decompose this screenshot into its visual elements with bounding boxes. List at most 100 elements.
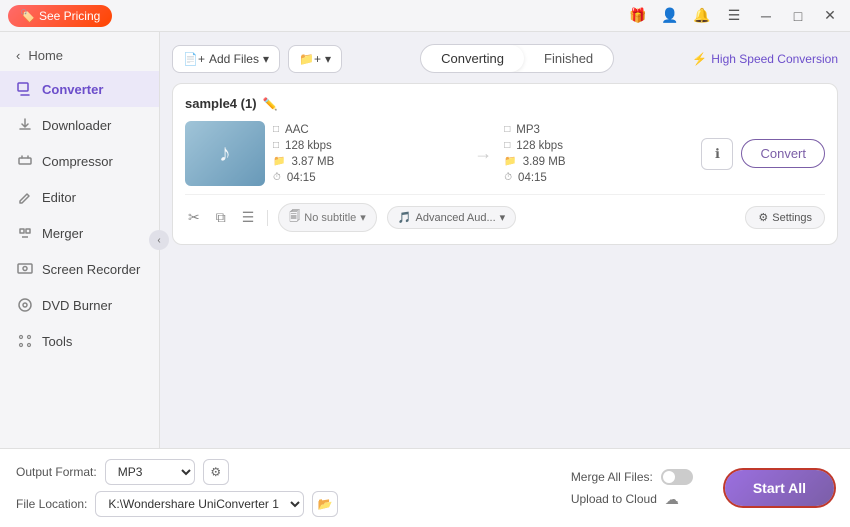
- output-format-row: Output Format: MP3 AAC WAV FLAC MP4 ⚙: [16, 459, 555, 485]
- editor-icon: [16, 188, 34, 206]
- file-title: sample4 (1): [185, 96, 257, 111]
- upload-row: Upload to Cloud ☁: [571, 491, 693, 508]
- sidebar-collapse-button[interactable]: ‹: [149, 230, 169, 250]
- file-location-select[interactable]: K:\Wondershare UniConverter 1: [95, 491, 304, 517]
- convert-button[interactable]: Convert: [741, 139, 825, 168]
- subtitle-icon: 🗐: [289, 208, 300, 227]
- screen-recorder-label: Screen Recorder: [42, 262, 140, 277]
- pricing-label: See Pricing: [39, 9, 100, 23]
- converter-icon: [16, 80, 34, 98]
- sidebar-item-downloader[interactable]: Downloader: [0, 107, 159, 143]
- sidebar-item-editor[interactable]: Editor: [0, 179, 159, 215]
- bottom-left: Output Format: MP3 AAC WAV FLAC MP4 ⚙ Fi…: [16, 459, 555, 517]
- upload-label: Upload to Cloud: [571, 492, 657, 506]
- downloader-icon: [16, 116, 34, 134]
- dvd-burner-label: DVD Burner: [42, 298, 112, 313]
- main-layout: ‹ Home Converter Downloader: [0, 32, 850, 448]
- tag-icon: 🏷️: [20, 9, 35, 23]
- sidebar-item-converter[interactable]: Converter: [0, 71, 159, 107]
- output-format-label: Output Format:: [16, 465, 97, 479]
- sidebar-item-dvd-burner[interactable]: DVD Burner: [0, 287, 159, 323]
- maximize-button[interactable]: □: [786, 4, 810, 28]
- merger-label: Merger: [42, 226, 83, 241]
- file-thumbnail: ♪: [185, 121, 265, 186]
- bitrate-icon-src: □: [273, 140, 279, 151]
- menu-icon[interactable]: ☰: [722, 4, 746, 28]
- add-file-icon: 📄+: [183, 52, 205, 66]
- target-duration: 04:15: [518, 172, 547, 184]
- sidebar-item-screen-recorder[interactable]: Screen Recorder: [0, 251, 159, 287]
- toggle-knob: [663, 471, 675, 483]
- sidebar-item-tools[interactable]: Tools: [0, 323, 159, 359]
- gift-icon[interactable]: 🎁: [626, 4, 650, 28]
- convert-tab-group: Converting Finished: [420, 44, 614, 73]
- top-bar: 📄+ Add Files ▾ 📁+ ▾ Converting Finished …: [172, 44, 838, 73]
- target-size: 3.89 MB: [523, 156, 566, 168]
- add-files-button[interactable]: 📄+ Add Files ▾: [172, 45, 280, 73]
- lightning-icon: ⚡: [692, 52, 707, 66]
- tab-converting[interactable]: Converting: [421, 45, 524, 72]
- format-settings-button[interactable]: ⚙: [203, 459, 229, 485]
- minimize-button[interactable]: ─: [754, 4, 778, 28]
- merge-row: Merge All Files:: [571, 469, 693, 485]
- music-note-icon: ♪: [219, 140, 231, 168]
- format-icon-tgt: □: [504, 124, 510, 135]
- file-body: ♪ □ AAC □ 128 kbps 📁 3.87 MB: [185, 121, 825, 186]
- source-meta: □ AAC □ 128 kbps 📁 3.87 MB ⏱ 04:15: [273, 124, 462, 184]
- high-speed-label: High Speed Conversion: [711, 52, 838, 66]
- dvd-burner-icon: [16, 296, 34, 314]
- audio-select[interactable]: 🎵 Advanced Aud... ▾: [387, 206, 516, 229]
- subtitle-select[interactable]: 🗐 No subtitle ▾: [278, 203, 377, 232]
- close-button[interactable]: ✕: [818, 4, 842, 28]
- output-format-select[interactable]: MP3 AAC WAV FLAC MP4: [105, 459, 195, 485]
- browse-folder-button[interactable]: 📂: [312, 491, 338, 517]
- info-icon: ℹ: [715, 146, 720, 162]
- chevron-left-icon: ‹: [16, 48, 20, 63]
- file-info-button[interactable]: ℹ: [701, 138, 733, 170]
- cloud-icon[interactable]: ☁: [665, 491, 679, 508]
- file-header: sample4 (1) ✏️: [185, 96, 825, 111]
- effects-icon[interactable]: ☰: [239, 206, 258, 229]
- file-card: sample4 (1) ✏️ ♪ □ AAC □ 128 kbps: [172, 83, 838, 245]
- source-duration: 04:15: [287, 172, 316, 184]
- cut-icon[interactable]: ✂: [185, 206, 203, 229]
- folder-open-icon: 📂: [318, 497, 333, 511]
- sidebar-item-home[interactable]: ‹ Home: [0, 40, 159, 71]
- target-bitrate: 128 kbps: [516, 140, 563, 152]
- content-area: 📄+ Add Files ▾ 📁+ ▾ Converting Finished …: [160, 32, 850, 448]
- folder-icon-src: 📁: [273, 156, 285, 167]
- clock-icon-src: ⏱: [273, 172, 281, 183]
- tools-label: Tools: [42, 334, 72, 349]
- format-gear-icon: ⚙: [210, 465, 221, 479]
- target-format-row: □ MP3: [504, 124, 693, 136]
- user-icon[interactable]: 👤: [658, 4, 682, 28]
- chevron-down-icon-2: ▾: [325, 52, 331, 66]
- bell-icon[interactable]: 🔔: [690, 4, 714, 28]
- compressor-label: Compressor: [42, 154, 113, 169]
- start-all-button[interactable]: Start All: [725, 470, 834, 506]
- tools-icon: [16, 332, 34, 350]
- convert-arrow-icon: →: [470, 143, 496, 164]
- tab-finished[interactable]: Finished: [524, 45, 613, 72]
- source-bitrate: 128 kbps: [285, 140, 332, 152]
- merge-toggle[interactable]: [661, 469, 693, 485]
- settings-button[interactable]: ⚙ Settings: [745, 206, 825, 229]
- folder-icon-tgt: 📁: [504, 156, 516, 167]
- source-duration-row: ⏱ 04:15: [273, 172, 462, 184]
- sidebar-item-merger[interactable]: Merger: [0, 215, 159, 251]
- see-pricing-button[interactable]: 🏷️ See Pricing: [8, 5, 112, 27]
- window-controls: 🎁 👤 🔔 ☰ ─ □ ✕: [626, 4, 842, 28]
- edit-icon[interactable]: ✏️: [263, 97, 278, 111]
- add-folder-button[interactable]: 📁+ ▾: [288, 45, 342, 73]
- compressor-icon: [16, 152, 34, 170]
- source-bitrate-row: □ 128 kbps: [273, 140, 462, 152]
- high-speed-toggle[interactable]: ⚡ High Speed Conversion: [692, 52, 838, 66]
- target-size-row: 📁 3.89 MB: [504, 156, 693, 168]
- editor-label: Editor: [42, 190, 76, 205]
- bitrate-icon-tgt: □: [504, 140, 510, 151]
- sidebar-item-compressor[interactable]: Compressor: [0, 143, 159, 179]
- file-location-row: File Location: K:\Wondershare UniConvert…: [16, 491, 555, 517]
- chevron-audio: ▾: [500, 211, 506, 224]
- finished-tab-label: Finished: [544, 51, 593, 66]
- crop-icon[interactable]: ⧉: [213, 206, 229, 229]
